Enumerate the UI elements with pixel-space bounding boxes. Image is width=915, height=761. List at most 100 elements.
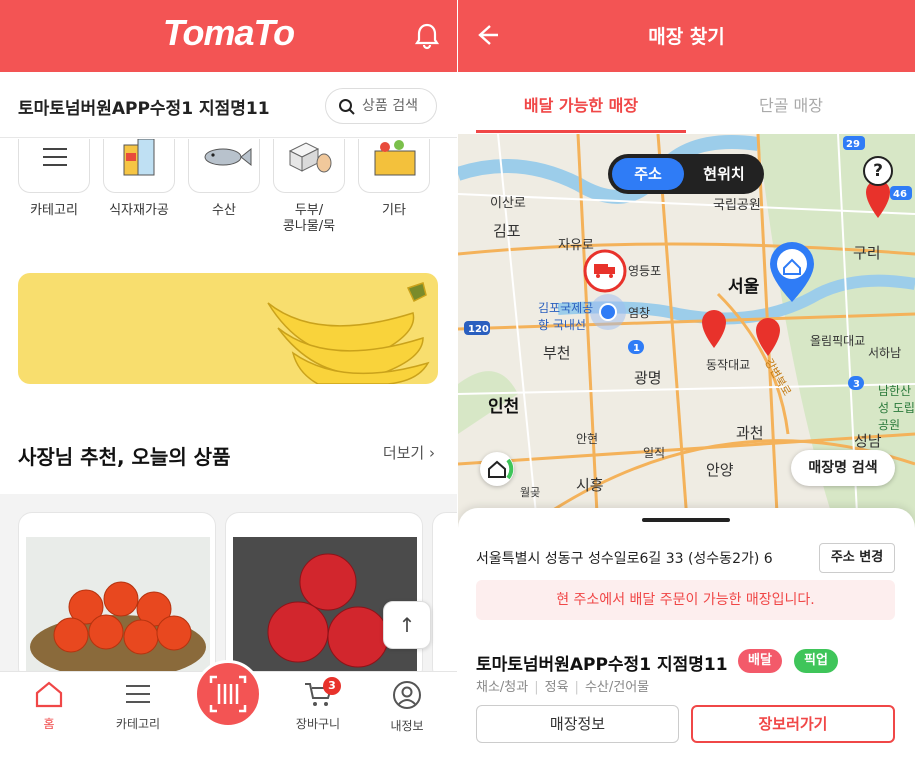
- profile-icon: [393, 681, 421, 709]
- recommend-title: 사장님 추천, 오늘의 상품: [18, 445, 231, 469]
- map-label: 김포: [493, 222, 521, 240]
- page-title: 매장 찾기: [648, 26, 725, 48]
- category-label: 기타: [382, 203, 406, 218]
- map-label: 영등포: [628, 264, 662, 278]
- grocery-jars-icon: [103, 138, 175, 193]
- category-item[interactable]: 수산: [188, 139, 260, 219]
- map-label: 부천: [543, 344, 571, 362]
- store-map[interactable]: 120 1 3 29 46 주소 현위치 ? 이산로 김포 자유로 국립공원 서…: [458, 134, 915, 534]
- go-shopping-button[interactable]: 장보러가기: [691, 705, 895, 743]
- category-label-line2: 콩나물/묵: [282, 219, 336, 234]
- bell-icon[interactable]: [411, 20, 443, 52]
- svg-text:3: 3: [853, 379, 860, 390]
- category-label: 두부/콩나물/묵: [273, 203, 345, 235]
- map-label: 이산로: [490, 196, 526, 211]
- home-screen: TomaTo 토마토넘버원APP수정1 지점명11 상품 검색 카테고리 식자재…: [0, 0, 457, 761]
- category-label: 수산: [212, 203, 236, 218]
- arrow-up-icon: ↑: [398, 613, 416, 637]
- store-finder-header: 매장 찾기: [458, 0, 915, 72]
- store-category: 수산/건어물: [584, 680, 650, 695]
- home-icon: [35, 681, 63, 708]
- nav-label: 카테고리: [115, 717, 161, 731]
- delivery-notice: 현 주소에서 배달 주문이 가능한 매장입니다.: [476, 580, 895, 620]
- app-header: TomaTo: [0, 0, 457, 72]
- tab-favorite-stores[interactable]: 단골 매장: [686, 92, 896, 116]
- location-mode-toggle[interactable]: 주소 현위치: [608, 154, 764, 194]
- store-name[interactable]: 토마토넘버원APP수정1 지점명11: [18, 94, 270, 119]
- map-label: 시흥: [576, 476, 604, 494]
- product-card[interactable]: [225, 512, 423, 682]
- truck-marker: [583, 249, 627, 293]
- scroll-top-button[interactable]: ↑: [383, 601, 431, 649]
- store-name-search-button[interactable]: 매장명 검색: [791, 450, 895, 486]
- product-search-button[interactable]: 상품 검색: [325, 88, 437, 124]
- more-link[interactable]: 더보기 ›: [383, 442, 435, 463]
- store-name: 토마토넘버원APP수정1 지점명11: [476, 655, 728, 675]
- map-label: 국립공원: [713, 198, 761, 213]
- barcode-scan-button[interactable]: [194, 660, 262, 728]
- category-item[interactable]: 카테고리: [18, 139, 90, 219]
- map-label: 안양: [706, 461, 734, 479]
- tangerine-image: [26, 537, 210, 681]
- store-finder-screen: 매장 찾기 배달 가능한 매장 단골 매장 120 1 3 29 46 주소 현…: [458, 0, 915, 761]
- store-selector[interactable]: 토마토넘버원APP수정1 지점명11 상품 검색: [0, 72, 457, 138]
- map-label: 과천: [736, 424, 764, 442]
- map-label: 동작대교: [706, 358, 751, 372]
- hamburger-icon: [126, 685, 150, 703]
- menu-icon: [18, 139, 90, 193]
- category-label: 카테고리: [30, 203, 78, 218]
- nav-label: 홈: [43, 717, 55, 731]
- product-card[interactable]: [432, 512, 457, 682]
- category-item[interactable]: 기타: [358, 139, 430, 219]
- pickup-badge: 픽업: [794, 649, 838, 673]
- tab-delivery-stores[interactable]: 배달 가능한 매장: [476, 92, 686, 116]
- store-categories: 채소/청과 | 정육 | 수산/건어물: [476, 680, 650, 695]
- change-address-button[interactable]: 주소 변경: [819, 543, 895, 573]
- barcode-scan-icon: [209, 675, 247, 713]
- delivery-address: 서울특별시 성동구 성수일로6길 33 (성수동2가) 6: [476, 551, 773, 567]
- active-tab-indicator: [476, 130, 686, 133]
- nav-label: 내정보: [390, 719, 424, 733]
- toggle-address[interactable]: 주소: [612, 158, 684, 190]
- store-category: 정육: [544, 680, 569, 695]
- map-label: 성남: [854, 432, 882, 450]
- banana-image: [267, 282, 430, 384]
- nav-cart[interactable]: 3 장바구니: [283, 677, 353, 732]
- store-bottom-sheet: 서울특별시 성동구 성수일로6길 33 (성수동2가) 6 주소 변경 현 주소…: [458, 508, 915, 761]
- chevron-right-icon: ›: [429, 444, 435, 462]
- store-category: 채소/청과: [476, 680, 529, 695]
- map-label-seoul: 서울: [728, 277, 760, 297]
- store-info-button[interactable]: 매장정보: [476, 705, 679, 743]
- promo-banner[interactable]: [18, 273, 438, 384]
- category-item[interactable]: 식자재가공: [103, 138, 175, 219]
- store-tabs: 배달 가능한 매장 단골 매장: [458, 72, 915, 134]
- cart-count-badge: 3: [323, 677, 341, 695]
- toggle-current-location[interactable]: 현위치: [688, 158, 760, 190]
- nav-profile[interactable]: 내정보: [372, 680, 442, 734]
- map-label: 월곶: [520, 486, 541, 499]
- category-label-line1: 두부/: [294, 203, 324, 218]
- svg-text:46: 46: [893, 189, 907, 200]
- search-placeholder: 상품 검색: [362, 98, 418, 114]
- tofu-egg-icon: [273, 139, 345, 193]
- map-label: 구리: [853, 244, 881, 262]
- map-label: 염창: [628, 306, 651, 320]
- map-label: 남한산성 도립공원: [878, 384, 915, 432]
- category-item[interactable]: 두부/콩나물/묵: [273, 139, 345, 235]
- home-icon: [488, 458, 514, 480]
- tomato-logo[interactable]: TomaTo: [0, 12, 457, 54]
- svg-text:1: 1: [633, 343, 640, 354]
- help-icon[interactable]: ?: [863, 156, 893, 186]
- product-card[interactable]: [18, 512, 216, 682]
- map-label: 자유로: [558, 238, 594, 253]
- nav-label: 장바구니: [295, 717, 341, 731]
- svg-text:29: 29: [846, 139, 860, 150]
- map-home-button[interactable]: [480, 452, 514, 486]
- sheet-drag-handle[interactable]: [642, 518, 730, 522]
- bottom-nav: 홈 카테고리 3 장바구니 내정보: [0, 660, 457, 761]
- search-icon: [339, 99, 355, 115]
- nav-home[interactable]: 홈: [14, 680, 84, 732]
- map-label: 서하남: [868, 346, 902, 360]
- fish-icon: [188, 139, 260, 193]
- nav-category[interactable]: 카테고리: [103, 680, 173, 732]
